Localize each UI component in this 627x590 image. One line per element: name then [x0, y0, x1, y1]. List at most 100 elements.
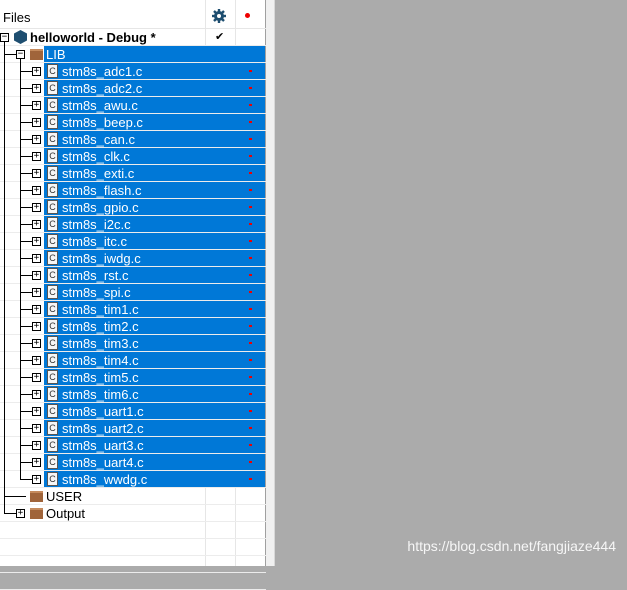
tree-connector — [20, 190, 32, 191]
file-name: stm8s_gpio.c — [62, 200, 139, 215]
watermark: https://blog.csdn.net/fangjiaze444 — [407, 538, 616, 554]
expand-toggle[interactable]: + — [32, 101, 41, 110]
file-row[interactable]: + Cstm8s_tim4.c — [0, 352, 266, 369]
red-dot-icon — [249, 461, 252, 463]
expand-toggle[interactable]: + — [32, 254, 41, 263]
expand-toggle[interactable]: + — [32, 203, 41, 212]
group-user[interactable]: USER — [0, 488, 266, 505]
file-row[interactable]: + Cstm8s_wwdg.c — [0, 471, 266, 488]
file-row[interactable]: + Cstm8s_uart4.c — [0, 454, 266, 471]
collapse-toggle[interactable]: − — [0, 33, 9, 42]
expand-toggle[interactable]: + — [32, 152, 41, 161]
red-dot-icon[interactable] — [245, 13, 250, 18]
file-row[interactable]: + Cstm8s_itc.c — [0, 233, 266, 250]
c-file-icon: C — [47, 251, 58, 265]
file-name: stm8s_adc1.c — [62, 64, 143, 79]
file-row[interactable]: + Cstm8s_rst.c — [0, 267, 266, 284]
c-file-icon: C — [47, 455, 58, 469]
tree-connector — [20, 139, 32, 140]
expand-toggle[interactable]: + — [32, 475, 41, 484]
c-file-icon: C — [47, 268, 58, 282]
file-name: stm8s_wwdg.c — [62, 472, 148, 487]
expand-toggle[interactable]: + — [32, 118, 41, 127]
empty-row[interactable] — [0, 556, 266, 573]
selection-highlight — [44, 46, 265, 62]
file-row[interactable]: + Cstm8s_uart2.c — [0, 420, 266, 437]
file-row[interactable]: + Cstm8s_uart3.c — [0, 437, 266, 454]
file-name: stm8s_spi.c — [62, 285, 131, 300]
tree-connector — [20, 428, 32, 429]
expand-toggle[interactable]: + — [32, 135, 41, 144]
file-row[interactable]: + Cstm8s_can.c — [0, 131, 266, 148]
red-dot-icon — [249, 70, 252, 72]
project-row[interactable]: − helloworld - Debug * ✔ — [0, 29, 266, 46]
expand-toggle[interactable]: + — [32, 288, 41, 297]
file-name: stm8s_tim3.c — [62, 336, 139, 351]
file-row[interactable]: + Cstm8s_adc1.c — [0, 63, 266, 80]
file-row[interactable]: + Cstm8s_iwdg.c — [0, 250, 266, 267]
panel-splitter[interactable] — [266, 0, 275, 566]
expand-toggle[interactable]: + — [32, 169, 41, 178]
file-row[interactable]: + Cstm8s_tim5.c — [0, 369, 266, 386]
expand-toggle[interactable]: + — [32, 237, 41, 246]
file-row[interactable]: + Cstm8s_exti.c — [0, 165, 266, 182]
expand-toggle[interactable]: + — [32, 84, 41, 93]
group-lib[interactable]: − LIB — [0, 46, 266, 63]
expand-toggle[interactable]: + — [32, 424, 41, 433]
tree-connector — [20, 224, 32, 225]
red-dot-icon — [249, 206, 252, 208]
expand-toggle[interactable]: + — [32, 441, 41, 450]
file-row[interactable]: + Cstm8s_adc2.c — [0, 80, 266, 97]
expand-toggle[interactable]: + — [32, 322, 41, 331]
expand-toggle[interactable]: + — [16, 509, 25, 518]
group-label: USER — [46, 489, 83, 504]
c-file-icon: C — [47, 132, 58, 146]
red-dot-icon — [249, 376, 252, 378]
project-name: helloworld - Debug * — [30, 30, 156, 45]
gear-icon[interactable] — [212, 9, 226, 23]
file-row[interactable]: + Cstm8s_i2c.c — [0, 216, 266, 233]
collapse-toggle[interactable]: − — [16, 50, 25, 59]
red-dot-icon — [249, 240, 252, 242]
tree-line — [4, 42, 5, 513]
file-row[interactable]: + Cstm8s_beep.c — [0, 114, 266, 131]
expand-toggle[interactable]: + — [32, 373, 41, 382]
expand-toggle[interactable]: + — [32, 67, 41, 76]
red-dot-icon — [249, 121, 252, 123]
c-file-icon: C — [47, 370, 58, 384]
empty-row[interactable] — [0, 573, 266, 590]
expand-toggle[interactable]: + — [32, 271, 41, 280]
c-file-icon: C — [47, 353, 58, 367]
c-file-icon: C — [47, 64, 58, 78]
empty-row[interactable] — [0, 522, 266, 539]
tree-connector — [20, 122, 32, 123]
expand-toggle[interactable]: + — [32, 407, 41, 416]
c-file-icon: C — [47, 81, 58, 95]
expand-toggle[interactable]: + — [32, 220, 41, 229]
red-dot-icon — [249, 189, 252, 191]
file-name: stm8s_uart4.c — [62, 455, 144, 470]
file-name: stm8s_uart2.c — [62, 421, 144, 436]
red-dot-icon — [249, 325, 252, 327]
expand-toggle[interactable]: + — [32, 458, 41, 467]
file-row[interactable]: + Cstm8s_tim3.c — [0, 335, 266, 352]
file-name: stm8s_exti.c — [62, 166, 135, 181]
file-row[interactable]: + Cstm8s_uart1.c — [0, 403, 266, 420]
expand-toggle[interactable]: + — [32, 390, 41, 399]
file-row[interactable]: + Cstm8s_tim1.c — [0, 301, 266, 318]
expand-toggle[interactable]: + — [32, 356, 41, 365]
tree-connector — [20, 309, 32, 310]
tree-connector — [20, 275, 32, 276]
expand-toggle[interactable]: + — [32, 186, 41, 195]
file-row[interactable]: + Cstm8s_flash.c — [0, 182, 266, 199]
file-row[interactable]: + Cstm8s_tim6.c — [0, 386, 266, 403]
expand-toggle[interactable]: + — [32, 339, 41, 348]
file-row[interactable]: + Cstm8s_clk.c — [0, 148, 266, 165]
file-row[interactable]: + Cstm8s_tim2.c — [0, 318, 266, 335]
group-output[interactable]: + Output — [0, 505, 266, 522]
file-row[interactable]: + Cstm8s_gpio.c — [0, 199, 266, 216]
expand-toggle[interactable]: + — [32, 305, 41, 314]
file-row[interactable]: + Cstm8s_awu.c — [0, 97, 266, 114]
file-row[interactable]: + Cstm8s_spi.c — [0, 284, 266, 301]
empty-row[interactable] — [0, 539, 266, 556]
